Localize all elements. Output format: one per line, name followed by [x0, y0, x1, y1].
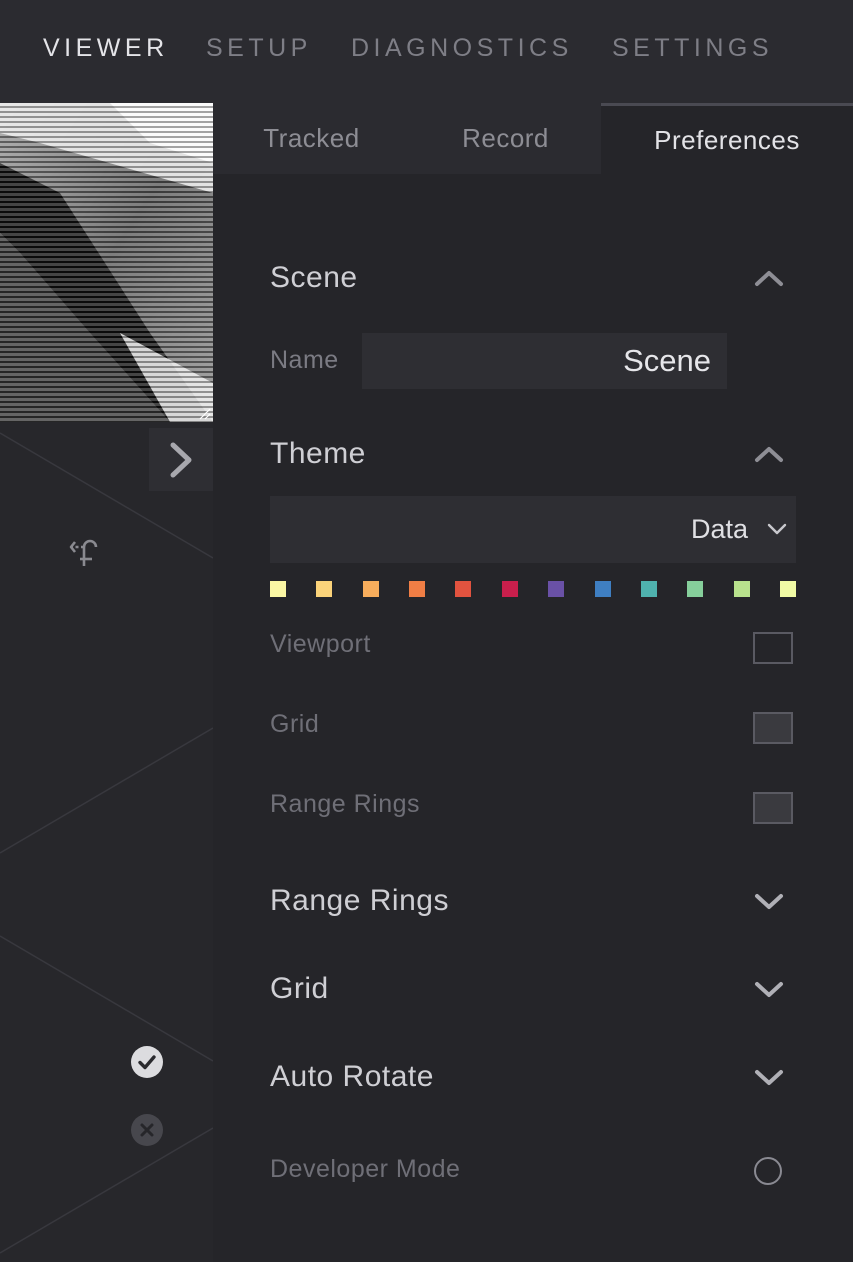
chevron-down-icon	[755, 894, 783, 909]
viewport-option-label: Viewport	[270, 630, 371, 658]
expand-panel-button[interactable]	[149, 428, 213, 491]
grid-checkbox[interactable]	[753, 712, 793, 744]
chevron-down-icon	[767, 523, 787, 535]
range-rings-option-row: Range Rings	[270, 788, 796, 828]
chevron-down-icon	[755, 982, 783, 997]
check-circle-icon[interactable]	[130, 1045, 164, 1079]
panel-subtabs: Tracked Record Preferences	[213, 103, 853, 174]
theme-color-swatch[interactable]	[362, 581, 379, 597]
chevron-up-icon	[755, 447, 783, 462]
preferences-panel: Tracked Record Preferences Scene Name Th…	[213, 103, 853, 1262]
viewport-option-row: Viewport	[270, 628, 796, 668]
theme-color-swatch[interactable]	[594, 581, 611, 597]
nav-tab-settings[interactable]: SETTINGS	[612, 34, 773, 63]
grid-section-title: Grid	[270, 972, 329, 1005]
top-nav: VIEWER SETUP DIAGNOSTICS SETTINGS	[0, 0, 853, 103]
subtab-record[interactable]: Record	[410, 103, 601, 174]
close-circle-icon[interactable]	[130, 1113, 164, 1147]
scene-name-input[interactable]	[362, 333, 727, 389]
camera-feed[interactable]	[0, 103, 213, 422]
chevron-up-icon	[755, 271, 783, 286]
developer-mode-toggle[interactable]	[754, 1157, 782, 1185]
theme-color-swatch[interactable]	[316, 581, 333, 597]
theme-section-title: Theme	[270, 437, 366, 470]
resize-grip-icon[interactable]	[199, 408, 211, 420]
theme-color-swatch[interactable]	[548, 581, 565, 597]
theme-color-swatch[interactable]	[455, 581, 472, 597]
scene-viewport[interactable]	[0, 103, 213, 1262]
theme-select[interactable]: Data	[270, 496, 796, 563]
nav-tab-setup[interactable]: SETUP	[206, 34, 312, 63]
theme-color-swatch[interactable]	[270, 581, 286, 597]
theme-color-swatch[interactable]	[780, 581, 796, 597]
theme-section-header[interactable]: Theme	[270, 432, 796, 476]
theme-color-swatch[interactable]	[501, 581, 518, 597]
chevron-down-icon	[755, 1070, 783, 1085]
range-rings-checkbox[interactable]	[753, 792, 793, 824]
grid-option-row: Grid	[270, 708, 796, 748]
auto-rotate-section-header[interactable]: Auto Rotate	[270, 1055, 796, 1099]
auto-rotate-section-title: Auto Rotate	[270, 1060, 434, 1093]
theme-selected-value: Data	[690, 514, 748, 544]
scene-name-label: Name	[270, 346, 339, 374]
theme-color-swatch[interactable]	[640, 581, 657, 597]
subtab-tracked[interactable]: Tracked	[213, 103, 410, 174]
theme-color-swatch[interactable]	[409, 581, 426, 597]
developer-mode-label: Developer Mode	[270, 1155, 461, 1183]
chevron-right-icon	[170, 442, 192, 477]
viewport-checkbox[interactable]	[753, 632, 793, 664]
range-rings-section-header[interactable]: Range Rings	[270, 879, 796, 923]
nav-tab-viewer[interactable]: VIEWER	[43, 34, 169, 63]
nav-tab-diagnostics[interactable]: DIAGNOSTICS	[351, 34, 573, 63]
range-rings-option-label: Range Rings	[270, 790, 421, 818]
range-rings-section-title: Range Rings	[270, 884, 449, 917]
developer-mode-row: Developer Mode	[270, 1153, 796, 1193]
scene-name-row: Name	[270, 333, 730, 389]
theme-color-swatches	[270, 581, 796, 597]
lidar-image	[0, 103, 213, 422]
theme-color-swatch[interactable]	[733, 581, 750, 597]
theme-color-swatch[interactable]	[687, 581, 704, 597]
scene-section-title: Scene	[270, 261, 358, 294]
grid-option-label: Grid	[270, 710, 320, 738]
subtab-preferences[interactable]: Preferences	[601, 103, 853, 174]
rotate-icon[interactable]	[66, 533, 102, 569]
app-root: VIEWER SETUP DIAGNOSTICS SETTINGS Tracke…	[0, 0, 853, 1262]
grid-section-header[interactable]: Grid	[270, 967, 796, 1011]
scene-section-header[interactable]: Scene	[270, 256, 796, 300]
